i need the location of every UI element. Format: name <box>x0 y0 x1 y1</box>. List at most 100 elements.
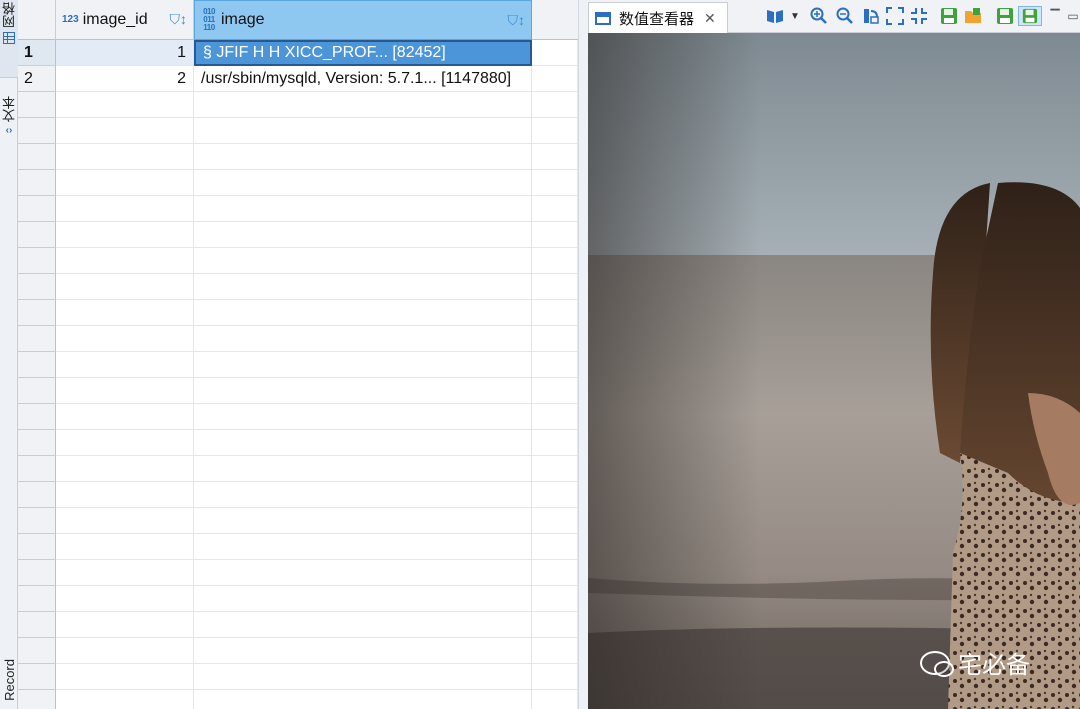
empty-row[interactable] <box>18 430 578 456</box>
empty-row[interactable] <box>18 586 578 612</box>
row-number[interactable] <box>18 508 56 534</box>
cell-image[interactable] <box>194 404 532 430</box>
row-number[interactable] <box>18 586 56 612</box>
cell-image-id[interactable] <box>56 690 194 709</box>
cell-image[interactable] <box>194 586 532 612</box>
table-row[interactable]: 2 2/usr/sbin/mysqld, Version: 5.7.1... [1… <box>18 66 578 92</box>
zoom-in-icon[interactable] <box>808 6 830 26</box>
empty-row[interactable] <box>18 300 578 326</box>
panel-splitter[interactable] <box>578 0 588 709</box>
minimize-icon[interactable]: ▔ <box>1048 6 1062 26</box>
tab-value-viewer[interactable]: 数值查看器 ✕ <box>588 2 728 33</box>
row-number[interactable] <box>18 534 56 560</box>
cell-image-id[interactable] <box>56 92 194 118</box>
cell-image[interactable]: § JFIF H H XICC_PROF... [82452] <box>194 40 532 66</box>
row-number[interactable] <box>18 378 56 404</box>
row-number[interactable] <box>18 92 56 118</box>
cell-image[interactable] <box>194 248 532 274</box>
column-header-image-id[interactable]: 123 image_id ⛉↕ <box>56 0 194 40</box>
cell-image-id[interactable] <box>56 274 194 300</box>
empty-row[interactable] <box>18 534 578 560</box>
cell-image-id[interactable] <box>56 430 194 456</box>
cell-image[interactable] <box>194 430 532 456</box>
tab-record[interactable]: Record <box>0 650 18 709</box>
open-folder-icon[interactable] <box>962 6 984 26</box>
cell-image-id[interactable] <box>56 404 194 430</box>
cell-image[interactable] <box>194 222 532 248</box>
cell-image-id[interactable]: 1 <box>56 40 194 66</box>
dropdown-arrow-icon[interactable]: ▼ <box>788 6 802 26</box>
cell-image[interactable] <box>194 612 532 638</box>
empty-row[interactable] <box>18 248 578 274</box>
cell-image[interactable] <box>194 508 532 534</box>
empty-row[interactable] <box>18 482 578 508</box>
tab-text[interactable]: 文本 ‹› <box>0 96 18 156</box>
row-number[interactable] <box>18 612 56 638</box>
cell-image[interactable] <box>194 326 532 352</box>
empty-row[interactable] <box>18 560 578 586</box>
cell-image[interactable] <box>194 534 532 560</box>
save-icon[interactable] <box>938 6 960 26</box>
cell-image[interactable] <box>194 352 532 378</box>
save-as-icon[interactable] <box>1018 6 1042 26</box>
row-number[interactable] <box>18 638 56 664</box>
cell-image[interactable] <box>194 118 532 144</box>
zoom-out-icon[interactable] <box>834 6 856 26</box>
cell-image-id[interactable]: 2 <box>56 66 194 92</box>
cell-image[interactable] <box>194 560 532 586</box>
cell-image-id[interactable] <box>56 664 194 690</box>
cell-image[interactable] <box>194 456 532 482</box>
cell-image-id[interactable] <box>56 612 194 638</box>
cell-image[interactable]: /usr/sbin/mysqld, Version: 5.7.1... [114… <box>194 66 532 92</box>
empty-row[interactable] <box>18 196 578 222</box>
cell-image[interactable] <box>194 92 532 118</box>
row-number[interactable] <box>18 144 56 170</box>
filter-sort-icon[interactable]: ⛉↕ <box>170 11 188 28</box>
row-number[interactable] <box>18 326 56 352</box>
cell-image-id[interactable] <box>56 508 194 534</box>
cell-image-id[interactable] <box>56 378 194 404</box>
row-number[interactable] <box>18 690 56 709</box>
empty-row[interactable] <box>18 378 578 404</box>
empty-row[interactable] <box>18 456 578 482</box>
cell-image-id[interactable] <box>56 118 194 144</box>
row-number[interactable] <box>18 456 56 482</box>
cell-image[interactable] <box>194 144 532 170</box>
cell-image-id[interactable] <box>56 456 194 482</box>
row-number[interactable]: 1 <box>18 40 56 66</box>
save-file-icon[interactable] <box>994 6 1016 26</box>
row-number[interactable] <box>18 404 56 430</box>
actual-size-icon[interactable] <box>908 6 930 26</box>
row-number[interactable] <box>18 274 56 300</box>
maximize-icon[interactable]: ▭ <box>1066 6 1080 26</box>
empty-row[interactable] <box>18 690 578 709</box>
empty-row[interactable] <box>18 664 578 690</box>
empty-row[interactable] <box>18 352 578 378</box>
row-number[interactable] <box>18 170 56 196</box>
empty-row[interactable] <box>18 92 578 118</box>
row-number[interactable] <box>18 352 56 378</box>
empty-row[interactable] <box>18 326 578 352</box>
cell-image[interactable] <box>194 300 532 326</box>
empty-row[interactable] <box>18 170 578 196</box>
empty-row[interactable] <box>18 508 578 534</box>
row-number[interactable] <box>18 222 56 248</box>
row-number[interactable] <box>18 118 56 144</box>
rotate-icon[interactable] <box>860 6 882 26</box>
row-number[interactable] <box>18 196 56 222</box>
filter-sort-icon[interactable]: ⛉↕ <box>508 12 526 29</box>
cell-image-id[interactable] <box>56 586 194 612</box>
empty-row[interactable] <box>18 612 578 638</box>
empty-row[interactable] <box>18 144 578 170</box>
row-number[interactable] <box>18 482 56 508</box>
row-number[interactable] <box>18 300 56 326</box>
cell-image-id[interactable] <box>56 196 194 222</box>
row-number[interactable]: 2 <box>18 66 56 92</box>
row-number[interactable] <box>18 560 56 586</box>
empty-row[interactable] <box>18 222 578 248</box>
table-row[interactable]: 1 1 § JFIF H H XICC_PROF... [82452] <box>18 40 578 66</box>
fit-window-icon[interactable] <box>884 6 906 26</box>
cell-image-id[interactable] <box>56 170 194 196</box>
cell-image[interactable] <box>194 378 532 404</box>
close-icon[interactable]: ✕ <box>704 10 716 27</box>
